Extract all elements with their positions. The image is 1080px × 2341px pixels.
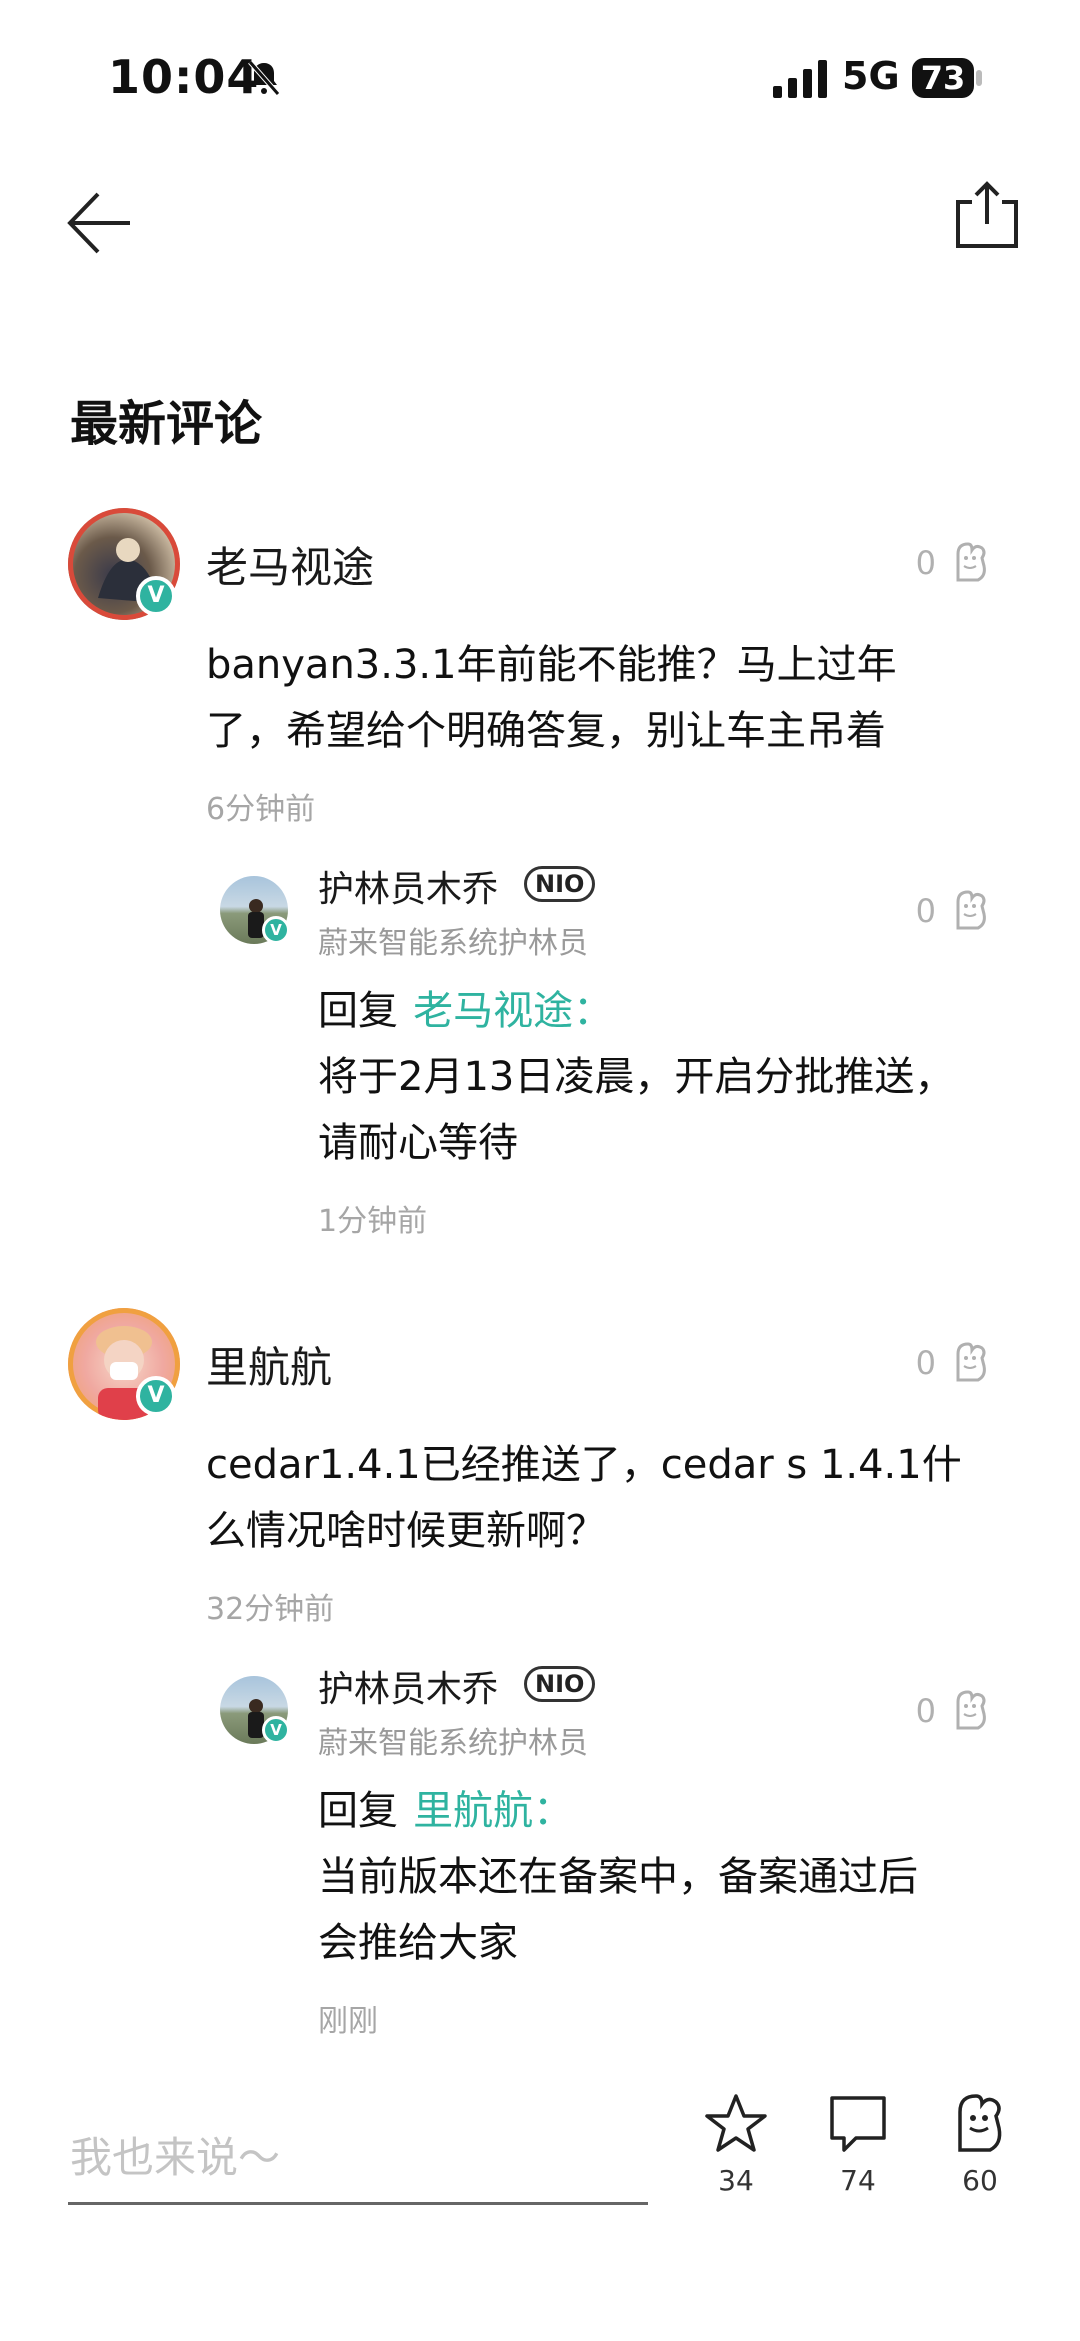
reply-user-title: 蔚来智能系统护林员 xyxy=(318,1726,588,1761)
star-icon[interactable] xyxy=(704,2092,768,2156)
comment-icon[interactable] xyxy=(826,2092,890,2156)
comment-text-line: 么情况啥时候更新啊？ xyxy=(206,1508,606,1554)
reply-text-line: 会推给大家 xyxy=(318,1920,518,1966)
reply-to-link[interactable]: 老马视途： xyxy=(413,988,613,1034)
comment-time: 32分钟前 xyxy=(206,1592,335,1627)
signal-icon xyxy=(773,60,827,98)
comment-time: 6分钟前 xyxy=(206,792,316,827)
nio-like-icon[interactable] xyxy=(950,540,990,584)
nio-like-icon[interactable] xyxy=(950,888,990,932)
verified-badge-icon: V xyxy=(262,916,290,944)
reply-header-line: 回复 老马视途： xyxy=(318,978,613,1036)
nio-like-icon[interactable] xyxy=(950,1688,990,1732)
comment-username[interactable]: 老马视途 xyxy=(206,534,374,595)
status-time: 10:04 xyxy=(108,50,260,104)
reply-username[interactable]: 护林员木乔 xyxy=(318,1660,498,1712)
verified-badge-icon: V xyxy=(136,1376,176,1416)
reply-text-line: 当前版本还在备案中，备案通过后 xyxy=(318,1854,918,1900)
input-underline xyxy=(68,2202,648,2205)
reply-like-count: 0 xyxy=(915,892,936,930)
reply-text-line: 请耐心等待 xyxy=(318,1120,518,1166)
reply-user-title: 蔚来智能系统护林员 xyxy=(318,926,588,961)
reply-prefix: 回复 xyxy=(318,988,398,1034)
comment-text-line: 了，希望给个明确答复，别让车主吊着 xyxy=(206,708,886,754)
comment-text-line: banyan3.3.1年前能不能推？马上过年 xyxy=(206,642,897,688)
reply-prefix: 回复 xyxy=(318,1788,398,1834)
reply-to-link[interactable]: 里航航： xyxy=(413,1788,573,1834)
mute-bell-icon xyxy=(248,60,280,96)
comment-like-count: 0 xyxy=(915,544,936,582)
comment-text-line: cedar1.4.1已经推送了，cedar s 1.4.1什 xyxy=(206,1442,962,1488)
reply-like-count: 0 xyxy=(915,1692,936,1730)
battery-level: 73 xyxy=(920,59,966,97)
nio-like-icon[interactable] xyxy=(950,1340,990,1384)
comment-count: 74 xyxy=(840,2164,876,2197)
share-icon[interactable] xyxy=(954,180,1020,250)
comment-input[interactable]: 我也来说～ xyxy=(70,2124,280,2185)
page-title: 最新评论 xyxy=(70,396,263,452)
reply-username[interactable]: 护林员木乔 xyxy=(318,860,498,912)
comment-item: V 老马视途 0 banyan3.3.1年前能不能推？马上过年 了，希望给个明确… xyxy=(0,500,1080,1240)
reply-time: 1分钟前 xyxy=(318,1204,428,1239)
nio-badge: NIO xyxy=(524,866,596,902)
reply-header-line: 回复 里航航： xyxy=(318,1778,573,1836)
network-type: 5G xyxy=(842,54,900,98)
like-count: 60 xyxy=(962,2164,998,2197)
verified-badge-icon: V xyxy=(262,1716,290,1744)
comment-username[interactable]: 里航航 xyxy=(206,1334,332,1395)
comment-item: V 里航航 0 cedar1.4.1已经推送了，cedar s 1.4.1什 么… xyxy=(0,1300,1080,2060)
reply-time: 刚刚 xyxy=(318,2004,378,2039)
nio-like-icon[interactable] xyxy=(948,2090,1012,2154)
comment-like-count: 0 xyxy=(915,1344,936,1382)
reply-text-line: 将于2月13日凌晨，开启分批推送， xyxy=(318,1054,955,1100)
verified-badge-icon: V xyxy=(136,576,176,616)
back-arrow-icon[interactable] xyxy=(64,188,134,258)
nio-badge: NIO xyxy=(524,1666,596,1702)
favorite-count: 34 xyxy=(718,2164,754,2197)
